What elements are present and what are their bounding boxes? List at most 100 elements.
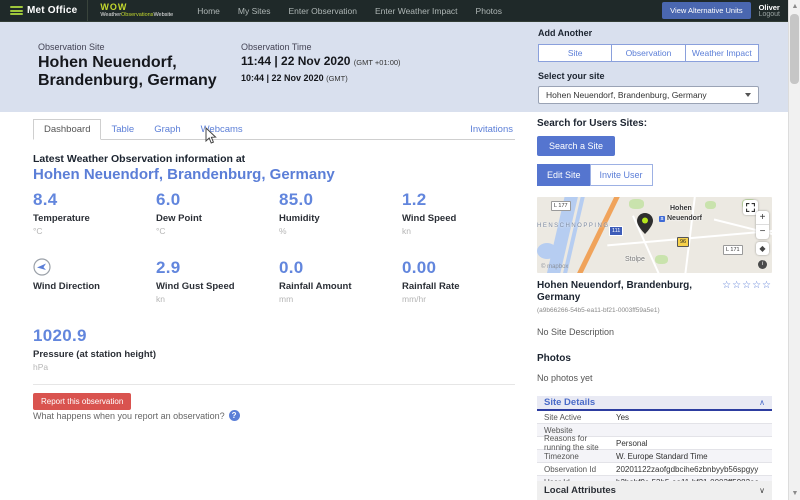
metric-unit-humidity: % (279, 226, 402, 236)
observation-time-label: Observation Time (241, 42, 401, 52)
site-select-value: Hohen Neuendorf, Brandenburg, Germany (546, 90, 707, 100)
map-zoom-in-button[interactable]: + (756, 211, 769, 225)
chevron-down-icon: ∨ (759, 486, 765, 495)
nav-item-enter-observation[interactable]: Enter Observation (289, 6, 358, 16)
metric-value-rainfall-amount: 0.0 (279, 258, 402, 278)
tab-table[interactable]: Table (101, 120, 144, 139)
town-label-line2: Neuendorf (667, 215, 702, 222)
detail-label-reasons-for-running-the-site: Reasons for running the site (537, 434, 616, 452)
local-time: 11:44 | 22 Nov 2020 (GMT +01:00) (241, 54, 401, 68)
metric-unit-temperature: °C (33, 226, 156, 236)
metric-value-humidity: 85.0 (279, 190, 402, 210)
view-alternative-units-button[interactable]: View Alternative Units (662, 2, 750, 19)
metric-dew-point: 6.0Dew Point°C (156, 190, 279, 236)
mapbox-attribution[interactable]: © mapbox (541, 264, 568, 270)
header-band: Observation Site Hohen Neuendorf, Brande… (0, 22, 788, 112)
metric-humidity: 85.0Humidity% (279, 190, 402, 236)
metric-wind-speed: 1.2 Wind Speed kn (402, 190, 525, 236)
nav-item-home[interactable]: Home (197, 6, 220, 16)
metoffice-logo-icon (10, 6, 23, 15)
detail-value-timezone: W. Europe Standard Time (616, 452, 708, 461)
observation-site-label: Observation Site (38, 42, 258, 52)
detail-label-site-active: Site Active (537, 413, 616, 422)
star-icon[interactable]: ☆ (732, 280, 742, 291)
detail-label-timezone: Timezone (537, 452, 616, 461)
metric-value-wind-direction (33, 258, 156, 278)
observation-site-name: Hohen Neuendorf, Brandenburg, Germany (38, 54, 258, 90)
site-map[interactable]: L 177 HENSCHNOPPING 111 96 L 171 Hohen S… (537, 197, 772, 273)
tab-dashboard[interactable]: Dashboard (33, 119, 101, 140)
content-divider (33, 384, 515, 385)
nav-item-my-sites[interactable]: My Sites (238, 6, 271, 16)
metric-label-wind-direction: Wind Direction (33, 281, 156, 292)
scrollbar-thumb[interactable] (790, 14, 799, 84)
map-info-icon[interactable]: i (758, 260, 767, 269)
tab-graph[interactable]: Graph (144, 120, 190, 139)
metoffice-brand[interactable]: Met Office (0, 0, 87, 21)
observation-site-block: Observation Site Hohen Neuendorf, Brande… (38, 42, 258, 90)
select-your-site-label: Select your site (538, 71, 759, 81)
edit-invite-group: Edit Site Invite User (537, 164, 772, 186)
metric-unit-wind-gust-speed: kn (156, 294, 279, 304)
page-scrollbar[interactable]: ▲ ▼ (788, 0, 800, 500)
map-zoom-control[interactable]: + − (756, 211, 769, 239)
tabs-row: DashboardTableGraphWebcams Invitations (33, 121, 515, 140)
detail-value-site-active: Yes (616, 413, 629, 422)
report-help-row: What happens when you report an observat… (33, 410, 240, 421)
add-observation-button[interactable]: Observation (611, 44, 685, 62)
photos-heading: Photos (537, 353, 772, 364)
map-compass-button[interactable]: ◆ (756, 242, 769, 255)
star-icon[interactable]: ☆ (742, 280, 752, 291)
site-select-dropdown[interactable]: Hohen Neuendorf, Brandenburg, Germany (538, 86, 759, 104)
metrics-grid: 8.4 Temperature °C6.0Dew Point°C85.0Humidi… (33, 190, 525, 372)
nav-right: View Alternative Units Oliver Logout (662, 2, 788, 19)
local-attributes-header[interactable]: Local Attributes ∨ (537, 481, 772, 500)
search-a-site-button[interactable]: Search a Site (537, 136, 615, 156)
metric-label-rainfall-amount: Rainfall Amount (279, 281, 402, 292)
metric-unit-rainfall-rate: mm/hr (402, 294, 525, 304)
star-icon[interactable]: ☆ (752, 280, 762, 291)
logout-link[interactable]: Logout (759, 11, 780, 18)
site-details-panel: Site Details ∧ Site ActiveYesWebsiteReas… (537, 396, 772, 489)
detail-row-timezone: TimezoneW. Europe Standard Time (537, 450, 772, 463)
detail-row-observation-id: Observation Id20201122zaofgdbcihe6zbnbyy… (537, 463, 772, 476)
site-details-header[interactable]: Site Details ∧ (537, 396, 772, 411)
tab-invitations[interactable]: Invitations (468, 120, 515, 139)
map-green-area (655, 255, 668, 264)
edit-site-button[interactable]: Edit Site (537, 164, 591, 186)
road-shield-96: 96 (677, 237, 689, 247)
help-question-icon[interactable]: ? (229, 410, 240, 421)
no-site-description: No Site Description (537, 327, 772, 337)
add-site-button[interactable]: Site (538, 44, 612, 62)
search-users-sites-label: Search for Users Sites: (537, 118, 772, 129)
observation-time-block: Observation Time 11:44 | 22 Nov 2020 (GM… (241, 42, 401, 83)
nav-items: Home My Sites Enter Observation Enter Weath… (197, 6, 662, 16)
local-attributes-title: Local Attributes (544, 485, 616, 496)
map-green-area (629, 199, 644, 209)
wow-title: WOW (100, 3, 173, 12)
metric-value-temperature: 8.4 (33, 190, 156, 210)
dashboard-site-name: Hohen Neuendorf, Brandenburg, Germany (33, 166, 335, 183)
invite-user-button[interactable]: Invite User (590, 164, 653, 186)
map-marker-pin[interactable] (637, 213, 653, 234)
metric-value-wind-speed: 1.2 (402, 190, 525, 210)
report-help-text: What happens when you report an observat… (33, 411, 225, 421)
latest-observation-intro: Latest Weather Observation information a… (33, 153, 245, 165)
metric-temperature: 8.4 Temperature °C (33, 190, 156, 236)
metric-label-wind-speed: Wind Speed (402, 213, 525, 224)
report-observation-button[interactable]: Report this observation (33, 393, 131, 410)
star-icon[interactable]: ☆ (762, 280, 772, 291)
nav-item-photos[interactable]: Photos (476, 6, 502, 16)
metric-label-temperature: Temperature (33, 213, 156, 224)
add-weather-impact-button[interactable]: Weather Impact (685, 44, 759, 62)
scroll-up-arrow[interactable]: ▲ (789, 0, 800, 13)
star-icon[interactable]: ☆ (722, 280, 732, 291)
wow-logo[interactable]: WOW WeatherObservationsWebsite (87, 0, 183, 21)
scroll-down-arrow[interactable]: ▼ (789, 487, 800, 500)
gmt-time: 10:44 | 22 Nov 2020 (GMT) (241, 73, 401, 83)
site-rating-stars[interactable]: ☆☆☆☆☆ (722, 280, 772, 304)
nav-item-enter-weather-impact[interactable]: Enter Weather Impact (375, 6, 458, 16)
map-zoom-out-button[interactable]: − (756, 225, 769, 239)
metric-unit-wind-speed: kn (402, 226, 525, 236)
tab-webcams[interactable]: Webcams (191, 120, 253, 139)
